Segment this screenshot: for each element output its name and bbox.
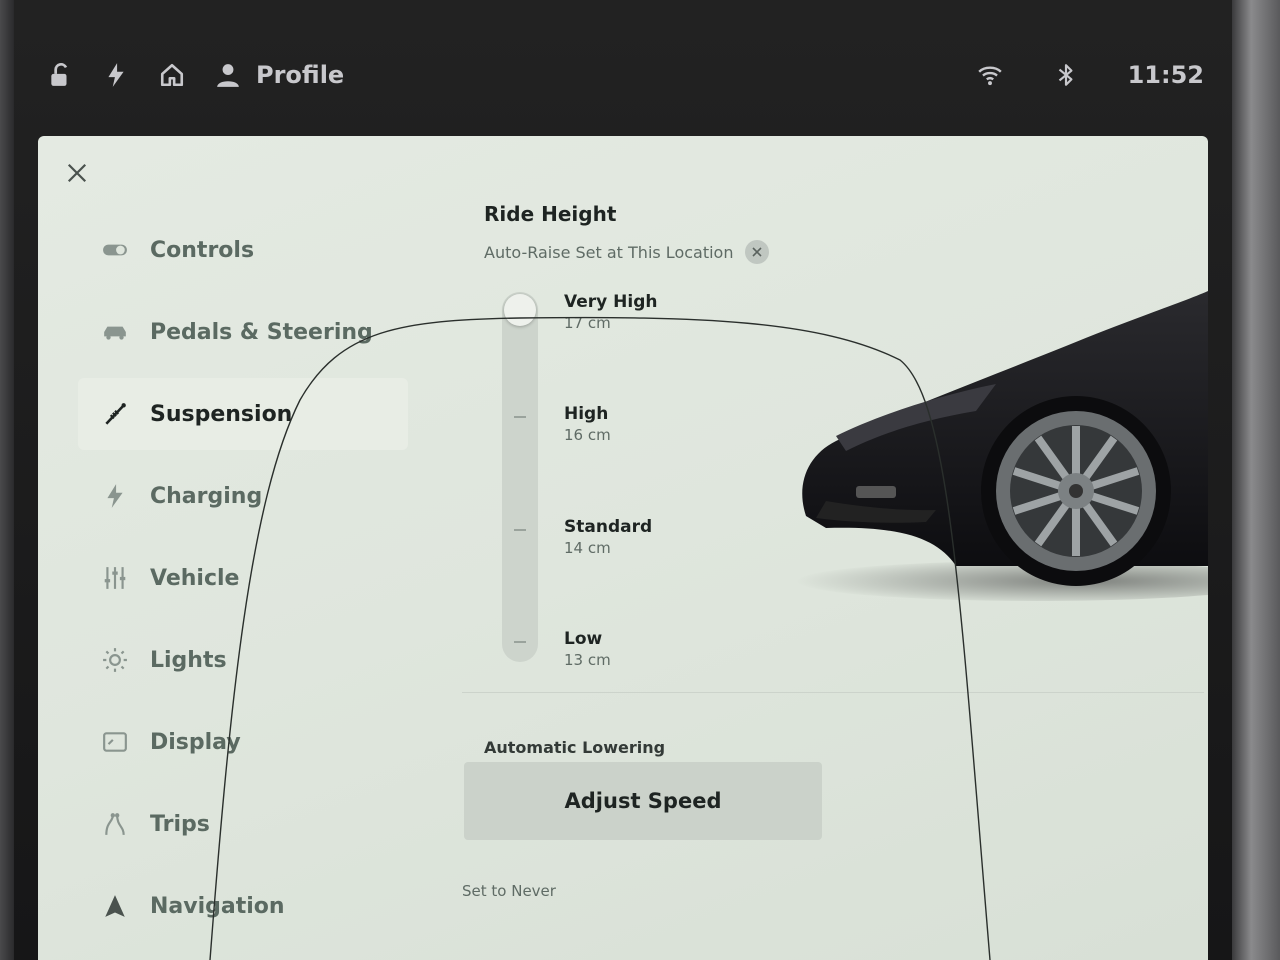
sidebar-item-navigation[interactable]: Navigation xyxy=(78,870,408,942)
toggle-icon xyxy=(100,235,130,265)
display-icon xyxy=(100,727,130,757)
person-icon xyxy=(214,61,242,89)
sidebar: Controls Pedals & Steering Suspension Ch… xyxy=(78,214,408,952)
lowering-status: Set to Never xyxy=(462,882,556,900)
sidebar-item-label: Charging xyxy=(150,483,263,509)
trips-icon xyxy=(100,809,130,839)
clock: 11:52 xyxy=(1127,61,1204,89)
level-high[interactable]: High 16 cm xyxy=(564,404,611,444)
ride-height-title: Ride Height xyxy=(484,202,617,226)
sidebar-item-label: Trips xyxy=(150,811,210,837)
bolt-icon[interactable] xyxy=(102,61,130,89)
sidebar-item-controls[interactable]: Controls xyxy=(78,214,408,286)
sidebar-item-lights[interactable]: Lights xyxy=(78,624,408,696)
sidebar-item-charging[interactable]: Charging xyxy=(78,460,408,532)
home-icon[interactable] xyxy=(158,61,186,89)
sidebar-item-label: Suspension xyxy=(150,401,293,427)
close-button[interactable] xyxy=(62,158,92,188)
status-right: 11:52 xyxy=(976,61,1204,89)
close-icon xyxy=(67,163,87,183)
navigation-icon xyxy=(100,891,130,921)
level-value: 13 cm xyxy=(564,651,611,669)
sidebar-item-label: Pedals & Steering xyxy=(150,319,373,345)
status-left: Profile xyxy=(46,61,344,89)
adjust-speed-button[interactable]: Adjust Speed xyxy=(464,762,822,840)
right-frame xyxy=(1232,0,1280,960)
profile-label: Profile xyxy=(256,61,345,89)
profile-button[interactable]: Profile xyxy=(214,61,344,89)
automatic-lowering-label: Automatic Lowering xyxy=(484,738,666,757)
level-value: 14 cm xyxy=(564,539,611,557)
slider-tick xyxy=(514,529,526,531)
level-name: High xyxy=(564,404,609,424)
section-divider xyxy=(462,692,1204,693)
suspension-icon xyxy=(100,399,130,429)
slider-tick xyxy=(514,641,526,643)
car-icon xyxy=(100,317,130,347)
status-bar: Profile 11:52 xyxy=(14,40,1224,110)
level-name: Low xyxy=(564,629,603,649)
bolt-icon xyxy=(100,481,130,511)
auto-raise-text: Auto-Raise Set at This Location xyxy=(484,242,734,262)
sidebar-item-trips[interactable]: Trips xyxy=(78,788,408,860)
sidebar-item-label: Display xyxy=(150,729,241,755)
bluetooth-icon[interactable] xyxy=(1052,61,1080,89)
wifi-icon[interactable] xyxy=(976,61,1004,89)
slider-knob[interactable] xyxy=(504,294,536,326)
sidebar-item-pedals-steering[interactable]: Pedals & Steering xyxy=(78,296,408,368)
clear-auto-raise-button[interactable] xyxy=(745,240,770,264)
level-name: Standard xyxy=(564,517,653,537)
level-low[interactable]: Low 13 cm xyxy=(564,629,611,669)
lock-open-icon[interactable] xyxy=(46,61,74,89)
close-icon xyxy=(752,247,763,257)
ride-height-section: Ride Height Auto-Raise Set at This Locat… xyxy=(484,202,1204,672)
ride-height-slider[interactable]: Very High 17 cm High 16 cm Standard 14 c… xyxy=(484,292,1204,672)
level-value: 16 cm xyxy=(564,426,611,444)
slider-track[interactable] xyxy=(502,292,538,662)
sidebar-item-suspension[interactable]: Suspension xyxy=(78,378,408,450)
sidebar-item-display[interactable]: Display xyxy=(78,706,408,778)
sidebar-item-label: Controls xyxy=(150,237,255,263)
sun-icon xyxy=(100,645,130,675)
level-very-high[interactable]: Very High 17 cm xyxy=(564,292,657,332)
slider-tick xyxy=(514,416,526,418)
sidebar-item-vehicle[interactable]: Vehicle xyxy=(78,542,408,614)
left-frame xyxy=(0,0,14,960)
sliders-icon xyxy=(100,563,130,593)
sidebar-item-label: Vehicle xyxy=(150,565,240,591)
sidebar-item-label: Navigation xyxy=(150,893,285,919)
settings-panel: Controls Pedals & Steering Suspension Ch… xyxy=(38,136,1208,960)
level-standard[interactable]: Standard 14 cm xyxy=(564,517,652,557)
sidebar-item-label: Lights xyxy=(150,647,227,673)
level-name: Very High xyxy=(564,292,658,312)
level-value: 17 cm xyxy=(564,314,611,332)
auto-raise-row: Auto-Raise Set at This Location xyxy=(484,240,1204,264)
